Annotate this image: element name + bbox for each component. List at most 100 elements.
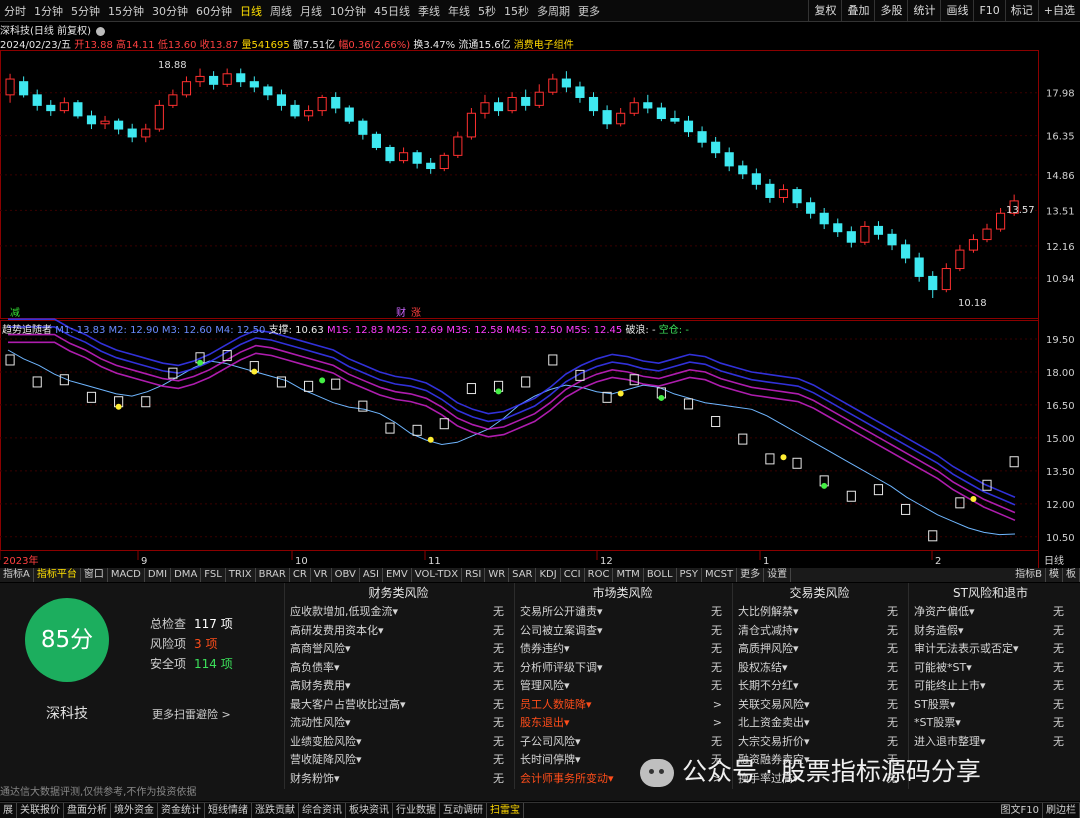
risk-item[interactable]: 业绩变脸风险▾ 无	[285, 733, 512, 752]
bottom-tab[interactable]: 互动调研	[440, 803, 487, 818]
indicator-tab[interactable]: BRAR	[256, 568, 290, 582]
bottom-right-tab[interactable]: 图文F10	[998, 803, 1043, 818]
risk-item[interactable]: 高质押风险▾ 无	[733, 640, 906, 659]
bottom-tab[interactable]: 盘面分析	[64, 803, 111, 818]
indicator-tab[interactable]: OBV	[332, 568, 360, 582]
period-tab[interactable]: 60分钟	[192, 3, 236, 19]
bottom-tab[interactable]: 综合资讯	[299, 803, 346, 818]
toolbar-button[interactable]: F10	[973, 0, 1004, 22]
toolbar-button[interactable]: 复权	[808, 0, 841, 22]
period-tab[interactable]: 月线	[296, 3, 326, 19]
risk-item[interactable]: 高负债率▾ 无	[285, 659, 512, 678]
risk-item[interactable]: *ST股票▾ 无	[909, 714, 1072, 733]
risk-item[interactable]: 管理风险▾ 无	[515, 677, 730, 696]
risk-item[interactable]: 股东退出▾ >	[515, 714, 730, 733]
indicator-tab[interactable]: 指标A	[0, 568, 34, 582]
indicator-name[interactable]: 趋势追随者	[2, 325, 52, 336]
risk-item[interactable]: 营收陡降风险▾ 无	[285, 751, 512, 770]
risk-item[interactable]: 财务粉饰▾ 无	[285, 770, 512, 789]
risk-item[interactable]: 应收款增加,低现金流▾ 无	[285, 603, 512, 622]
more-scan-link[interactable]: 更多扫雷避险 >	[152, 706, 231, 722]
indicator-tab[interactable]: FSL	[201, 568, 226, 582]
indicator-tab[interactable]: VR	[311, 568, 332, 582]
period-tab[interactable]: 季线	[414, 3, 444, 19]
risk-item[interactable]: 净资产偏低▾ 无	[909, 603, 1072, 622]
period-tab[interactable]: 更多	[574, 3, 604, 19]
indicator-tab[interactable]: 设置	[764, 568, 792, 582]
bottom-tab[interactable]: 板块资讯	[346, 803, 393, 818]
indicator-tab[interactable]: BOLL	[644, 568, 677, 582]
period-tab[interactable]: 30分钟	[148, 3, 192, 19]
indicator-tab[interactable]: MACD	[108, 568, 145, 582]
risk-item[interactable]: 高财务费用▾ 无	[285, 677, 512, 696]
indicator-tab[interactable]: RSI	[462, 568, 486, 582]
risk-item[interactable]: 财务造假▾ 无	[909, 622, 1072, 641]
toolbar-button[interactable]: 标记	[1004, 0, 1038, 22]
bottom-tab[interactable]: 涨跌贡献	[252, 803, 299, 818]
indicator-tab[interactable]: 指标平台	[34, 568, 81, 582]
indicator-tab[interactable]: 窗口	[81, 568, 108, 582]
settings-circle-icon[interactable]	[96, 26, 106, 36]
risk-item[interactable]: 流动性风险▾ 无	[285, 714, 512, 733]
period-tab[interactable]: 年线	[444, 3, 474, 19]
risk-item[interactable]: 北上资金卖出▾ 无	[733, 714, 906, 733]
period-tab[interactable]: 15分钟	[104, 3, 148, 19]
period-tab[interactable]: 15秒	[500, 3, 533, 19]
period-tab[interactable]: 多周期	[533, 3, 574, 19]
period-tab[interactable]: 5分钟	[67, 3, 104, 19]
bottom-tab[interactable]: 展	[0, 803, 17, 818]
period-tab[interactable]: 周线	[266, 3, 296, 19]
risk-item[interactable]: 可能终止上市▾ 无	[909, 677, 1072, 696]
period-tab[interactable]: 5秒	[474, 3, 500, 19]
period-tab[interactable]: 10分钟	[326, 3, 370, 19]
period-tab[interactable]: 45日线	[370, 3, 414, 19]
bottom-tab[interactable]: 资金统计	[158, 803, 205, 818]
indicator-tab-right[interactable]: 板	[1063, 568, 1080, 582]
risk-item[interactable]: 最大客户占营收比过高▾ 无	[285, 696, 512, 715]
risk-item[interactable]: ST股票▾ 无	[909, 696, 1072, 715]
kline-chart[interactable]: 17.98 16.35 14.86 13.51 12.16 10.94 19.50 18.00…	[0, 50, 1080, 568]
bottom-tab[interactable]: 扫雷宝	[487, 803, 524, 818]
toolbar-button[interactable]: 统计	[907, 0, 940, 22]
bottom-tab[interactable]: 境外资金	[111, 803, 158, 818]
period-tab[interactable]: 1分钟	[30, 3, 67, 19]
risk-item[interactable]: 大宗交易折价▾ 无	[733, 733, 906, 752]
risk-item[interactable]: 审计无法表示或否定▾ 无	[909, 640, 1072, 659]
risk-item[interactable]: 清仓式减持▾ 无	[733, 622, 906, 641]
risk-item[interactable]: 可能被*ST▾ 无	[909, 659, 1072, 678]
toolbar-button[interactable]: 画线	[940, 0, 973, 22]
risk-item[interactable]: 交易所公开谴责▾ 无	[515, 603, 730, 622]
indicator-tab-right[interactable]: 模	[1046, 568, 1063, 582]
risk-item[interactable]: 债券违约▾ 无	[515, 640, 730, 659]
indicator-tab[interactable]: MCST	[702, 568, 738, 582]
indicator-tab[interactable]: 更多	[737, 568, 765, 582]
risk-item[interactable]: 关联交易风险▾ 无	[733, 696, 906, 715]
risk-item[interactable]: 高研发费用资本化▾ 无	[285, 622, 512, 641]
risk-item[interactable]: 公司被立案调查▾ 无	[515, 622, 730, 641]
indicator-tab[interactable]: ASI	[360, 568, 383, 582]
indicator-tab[interactable]: DMI	[145, 568, 172, 582]
risk-item[interactable]: 长期不分红▾ 无	[733, 677, 906, 696]
period-tab[interactable]: 日线	[236, 3, 266, 19]
indicator-tab[interactable]: WR	[485, 568, 510, 582]
indicator-tab[interactable]: MTM	[613, 568, 644, 582]
indicator-tab[interactable]: EMV	[383, 568, 412, 582]
toolbar-button[interactable]: 叠加	[841, 0, 874, 22]
bottom-tab[interactable]: 关联报价	[17, 803, 64, 818]
bottom-tab[interactable]: 短线情绪	[205, 803, 252, 818]
period-tab[interactable]: 分时	[0, 3, 30, 19]
risk-item[interactable]: 子公司风险▾ 无	[515, 733, 730, 752]
indicator-tab[interactable]: CCI	[561, 568, 585, 582]
indicator-tab[interactable]: TRIX	[226, 568, 256, 582]
risk-item[interactable]: 股权冻结▾ 无	[733, 659, 906, 678]
risk-item[interactable]: 分析师评级下调▾ 无	[515, 659, 730, 678]
indicator-tab-right[interactable]: 指标B	[1012, 568, 1046, 582]
toolbar-button[interactable]: +自选	[1037, 0, 1080, 22]
indicator-tab[interactable]: DMA	[171, 568, 202, 582]
risk-item[interactable]: 高商誉风险▾ 无	[285, 640, 512, 659]
indicator-tab[interactable]: KDJ	[536, 568, 561, 582]
indicator-tab[interactable]: ROC	[585, 568, 614, 582]
bottom-tab[interactable]: 行业数据	[393, 803, 440, 818]
indicator-tab[interactable]: SAR	[509, 568, 537, 582]
bottom-right-tab[interactable]: 刷边栏	[1043, 803, 1080, 818]
